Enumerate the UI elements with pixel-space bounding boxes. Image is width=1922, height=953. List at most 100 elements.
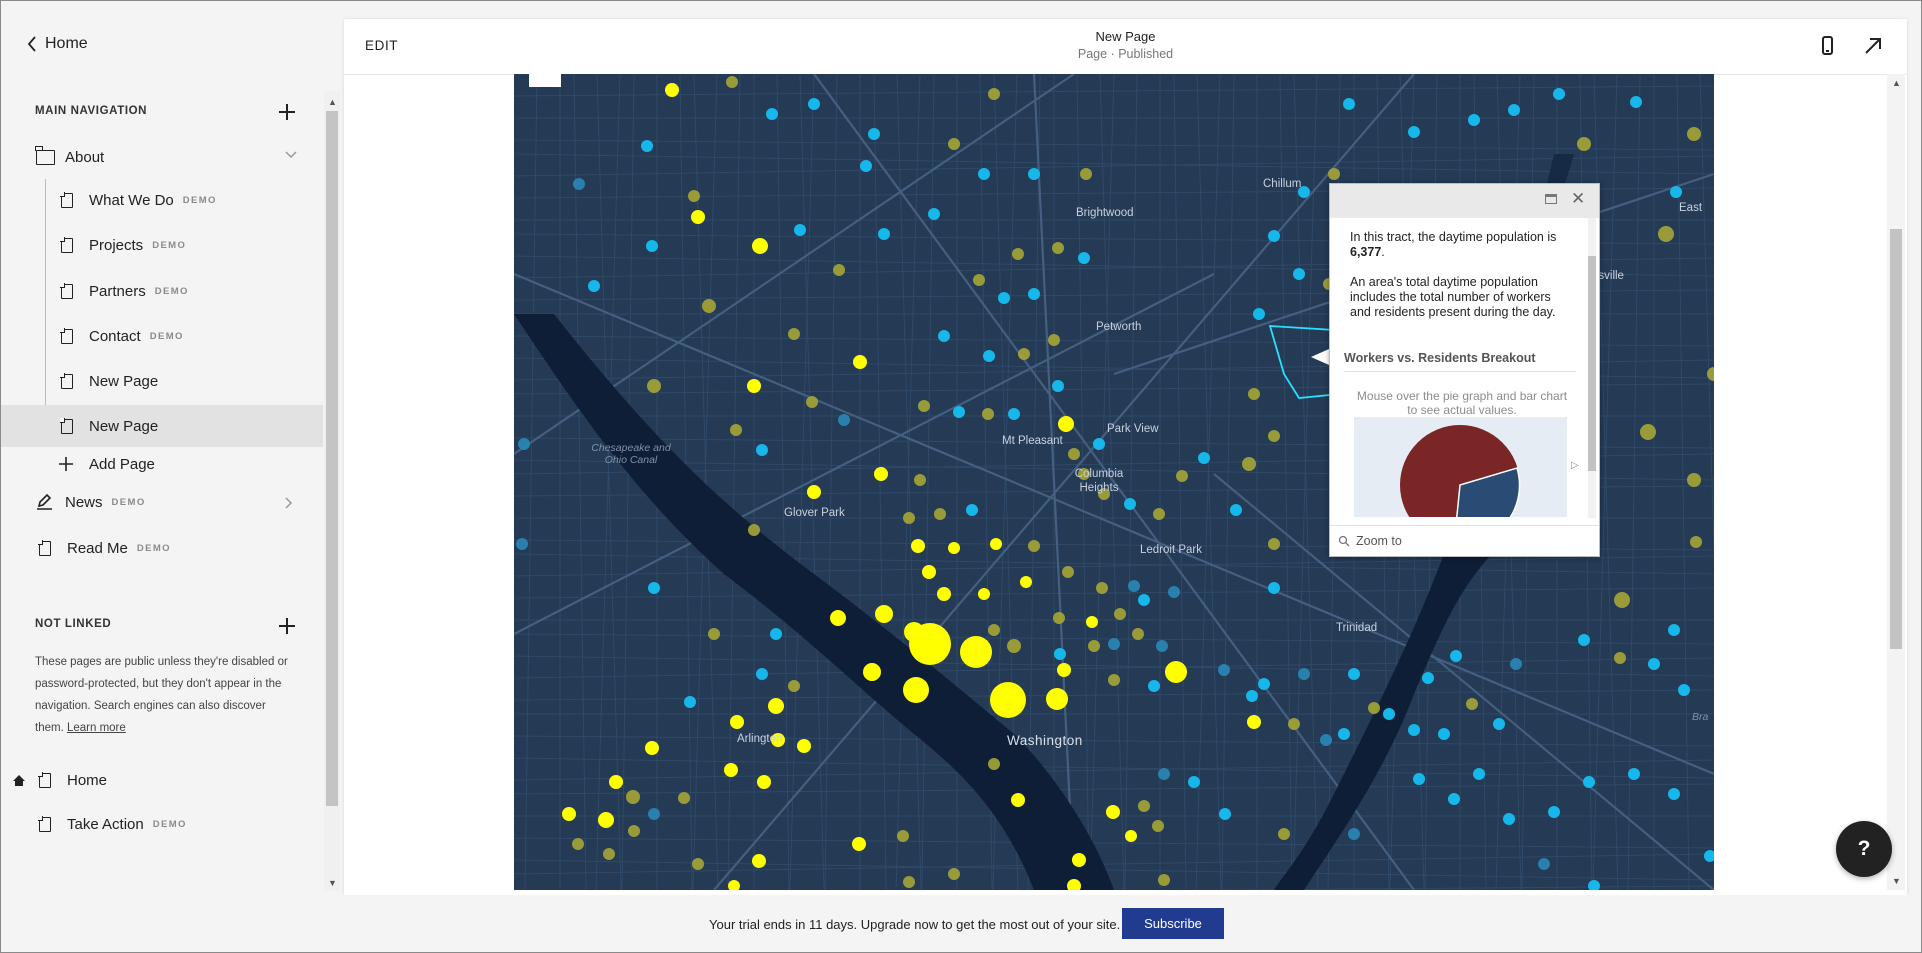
map-label-park-view: Park View <box>1107 423 1159 435</box>
popup-text: In this tract, the daytime population is <box>1350 230 1557 244</box>
population-value: 6,377 <box>1350 245 1382 259</box>
sidebar-item-new-page[interactable]: New Page <box>1 361 323 401</box>
tract-dot <box>1078 252 1090 264</box>
tract-dot <box>1156 640 1168 652</box>
tract-dot <box>1007 639 1021 653</box>
sidebar-item-label: New Page <box>89 417 159 435</box>
map-label-glover-park: Glover Park <box>784 507 845 519</box>
map-label-washington: Washington <box>1007 733 1083 748</box>
sidebar-item-label: Read Me <box>67 539 128 557</box>
sidebar-item-label: What We Do <box>89 191 174 209</box>
tract-dot <box>1268 230 1280 242</box>
tract-dot <box>875 605 893 623</box>
chevron-right-icon[interactable] <box>285 497 293 509</box>
tract-dot <box>728 880 740 890</box>
tract-dot <box>1288 718 1300 730</box>
tract-dot <box>647 379 661 393</box>
map-control[interactable] <box>529 74 561 87</box>
demo-badge: DEMO <box>111 496 146 508</box>
page-scrollbar[interactable]: ▲ ▼ <box>1887 74 1905 890</box>
sidebar-item-projects[interactable]: Projects DEMO <box>1 225 323 265</box>
tract-dot <box>909 623 951 665</box>
popup-scroll-thumb[interactable] <box>1588 256 1596 471</box>
editor-topbar: EDIT New Page Page · Published <box>344 19 1907 75</box>
tract-dot <box>1338 728 1350 740</box>
tract-dot <box>1538 858 1550 870</box>
sidebar-item-partners[interactable]: Partners DEMO <box>1 271 323 311</box>
tract-dot <box>1253 308 1265 320</box>
tract-dot <box>684 696 696 708</box>
magnifier-icon <box>1338 535 1350 547</box>
add-main-nav-icon[interactable] <box>279 104 295 120</box>
next-media-icon[interactable]: ▷ <box>1571 460 1579 471</box>
chevron-left-icon <box>27 36 36 52</box>
street-line <box>621 74 635 890</box>
zoom-to-link[interactable]: Zoom to <box>1338 534 1402 548</box>
back-home-link[interactable]: Home <box>27 35 88 53</box>
open-external-icon[interactable] <box>1864 37 1882 55</box>
sidebar-item-news[interactable]: News DEMO <box>1 482 323 522</box>
tract-dot <box>609 775 623 789</box>
popup-description: An area's total daytime population inclu… <box>1350 275 1556 319</box>
scroll-up-arrow-icon[interactable]: ▲ <box>1892 78 1901 88</box>
learn-more-link[interactable]: Learn more <box>67 722 126 734</box>
street-line <box>824 74 838 890</box>
zoom-to-label: Zoom to <box>1356 534 1402 548</box>
popup-body: In this tract, the daytime population is… <box>1350 230 1575 320</box>
tract-dot <box>1219 808 1231 820</box>
scroll-down-arrow-icon[interactable]: ▼ <box>328 878 337 888</box>
tract-dot <box>1165 661 1187 683</box>
tract-dot <box>516 538 528 550</box>
tract-dot <box>903 512 915 524</box>
sidebar-item-home[interactable]: Home <box>1 760 323 800</box>
page-icon <box>38 539 51 556</box>
sidebar-item-read-me[interactable]: Read Me DEMO <box>1 528 323 568</box>
tract-dot <box>928 208 940 220</box>
tract-dot <box>1247 715 1261 729</box>
sidebar-item-new-page-selected[interactable]: New Page <box>1 405 323 447</box>
tract-dot <box>573 178 585 190</box>
page-scroll-thumb[interactable] <box>1890 229 1902 649</box>
tract-dot <box>1086 616 1098 628</box>
sidebar-item-what-we-do[interactable]: What We Do DEMO <box>1 180 323 220</box>
scroll-down-arrow-icon[interactable]: ▼ <box>1892 876 1901 886</box>
close-icon[interactable]: ✕ <box>1571 189 1585 209</box>
tract-dot <box>724 763 738 777</box>
tract-dot <box>998 292 1010 304</box>
sidebar-item-take-action[interactable]: Take Action DEMO <box>1 804 323 844</box>
add-not-linked-icon[interactable] <box>279 618 295 634</box>
tract-dot <box>1466 698 1478 710</box>
help-button[interactable]: ? <box>1836 821 1892 877</box>
tract-dot <box>990 682 1026 718</box>
scroll-up-arrow-icon[interactable]: ▲ <box>328 97 337 107</box>
folder-icon <box>35 145 55 165</box>
chevron-down-icon[interactable] <box>285 151 297 159</box>
tract-dot <box>938 330 950 342</box>
map-label-canal: Chesapeake and Ohio Canal <box>591 442 671 466</box>
pie-chart-canvas[interactable] <box>1354 417 1567 517</box>
sidebar-item-contact[interactable]: Contact DEMO <box>1 316 323 356</box>
tract-dot <box>830 610 846 626</box>
tract-dot <box>973 274 985 286</box>
tract-dot <box>922 565 936 579</box>
popup-scrollbar[interactable] <box>1588 218 1596 518</box>
map-info-popup[interactable]: ✕ In this tract, the daytime population … <box>1329 183 1600 557</box>
add-page-button[interactable]: Add Page <box>1 444 323 484</box>
tract-dot <box>1258 678 1270 690</box>
street-line <box>1195 74 1221 890</box>
tract-dot <box>934 508 946 520</box>
subscribe-button[interactable]: Subscribe <box>1122 908 1224 939</box>
sidebar-item-about[interactable]: About <box>1 137 323 177</box>
tract-dot <box>1320 734 1332 746</box>
pie-chart[interactable] <box>1354 417 1567 517</box>
tract-dot <box>1614 652 1626 664</box>
tract-dot <box>1707 367 1714 381</box>
sidebar-scroll-thumb[interactable] <box>326 111 338 806</box>
maximize-icon[interactable] <box>1545 194 1557 204</box>
map-label-columbia-heights: Columbia Heights <box>1074 468 1124 494</box>
tract-dot <box>726 76 738 88</box>
street-line <box>514 759 1714 781</box>
sidebar-scrollbar[interactable]: ▲ ▼ <box>324 91 340 891</box>
mobile-preview-icon[interactable] <box>1822 36 1833 55</box>
tract-dot <box>988 624 1000 636</box>
